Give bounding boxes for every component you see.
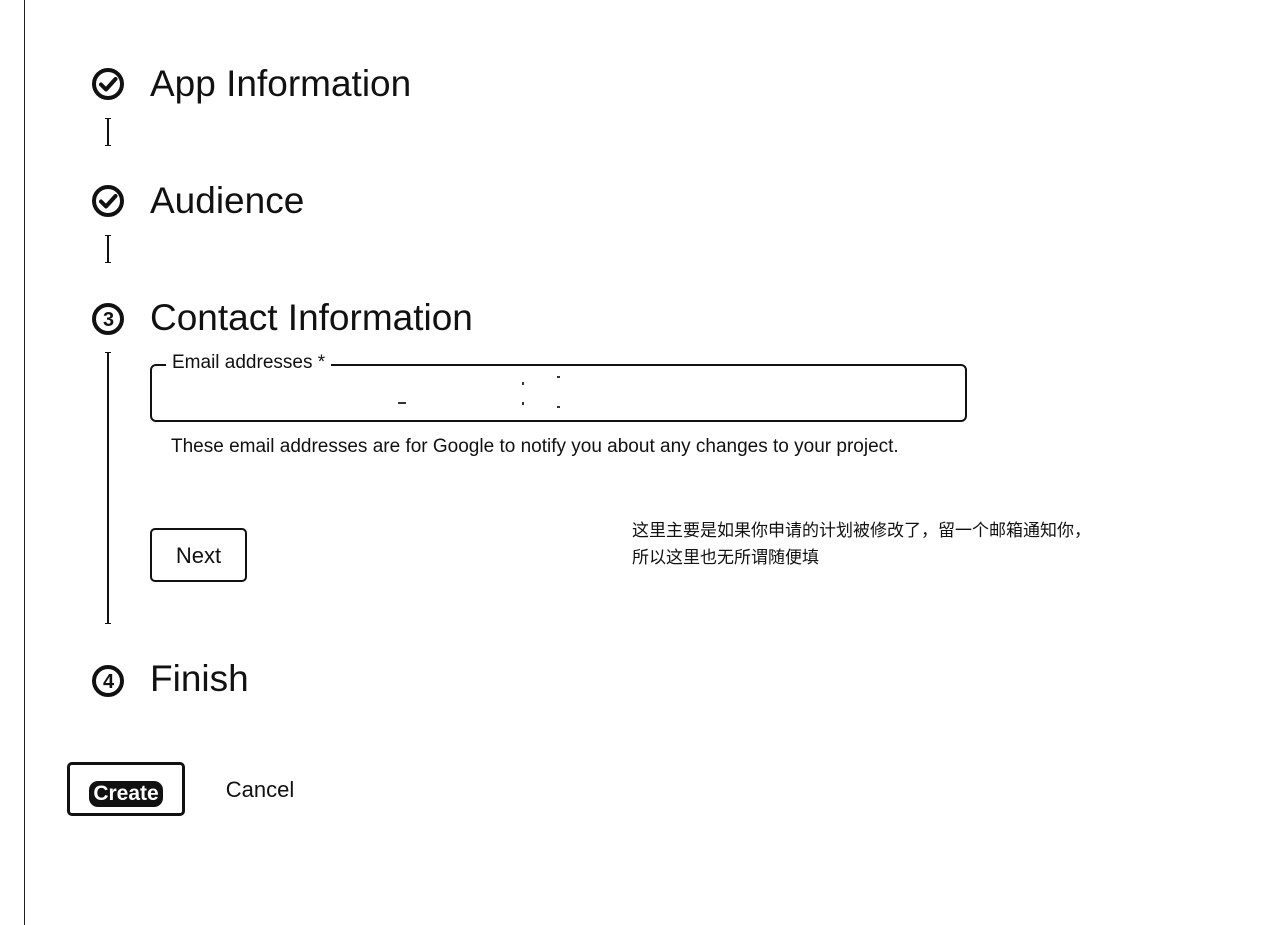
step-title-app-information[interactable]: App Information	[150, 62, 411, 106]
create-button-label: Create	[89, 781, 163, 807]
redacted-email-fragment	[522, 382, 524, 385]
next-button[interactable]: Next	[150, 528, 247, 582]
svg-text:3: 3	[103, 309, 114, 331]
annotation-line: 所以这里也无所谓随便填	[632, 548, 819, 568]
step-connector	[105, 118, 111, 146]
step-title-audience[interactable]: Audience	[150, 179, 304, 223]
email-helper-text: These email addresses are for Google to …	[171, 436, 899, 457]
check-circle-icon	[91, 67, 125, 101]
cancel-button[interactable]: Cancel	[208, 768, 312, 810]
step-number-icon: 3	[91, 302, 125, 336]
panel-divider	[24, 0, 25, 925]
email-addresses-label: Email addresses *	[166, 351, 332, 375]
redacted-email-fragment	[557, 406, 560, 408]
annotation-note: 这里主要是如果你申请的计划被修改了，留一个邮箱通知你， 所以这里也无所谓随便填	[632, 518, 1192, 572]
step-title-contact-information[interactable]: Contact Information	[150, 296, 473, 340]
email-addresses-input[interactable]	[164, 380, 948, 408]
oauth-consent-form: App Information Audience 3 Contact Infor…	[0, 0, 1280, 925]
redacted-email-fragment	[522, 402, 524, 405]
annotation-line: 这里主要是如果你申请的计划被修改了，留一个邮箱通知你，	[632, 521, 1091, 541]
svg-text:4: 4	[103, 671, 115, 693]
create-button[interactable]: Create	[67, 762, 185, 816]
step-connector	[105, 235, 111, 263]
step-connector	[105, 352, 111, 624]
redacted-email-fragment	[398, 402, 406, 404]
step-number-icon: 4	[91, 664, 125, 698]
step-title-finish[interactable]: Finish	[150, 657, 249, 701]
email-addresses-field[interactable]: Email addresses *	[150, 351, 967, 422]
redacted-email-fragment	[557, 376, 560, 378]
check-circle-icon	[91, 184, 125, 218]
